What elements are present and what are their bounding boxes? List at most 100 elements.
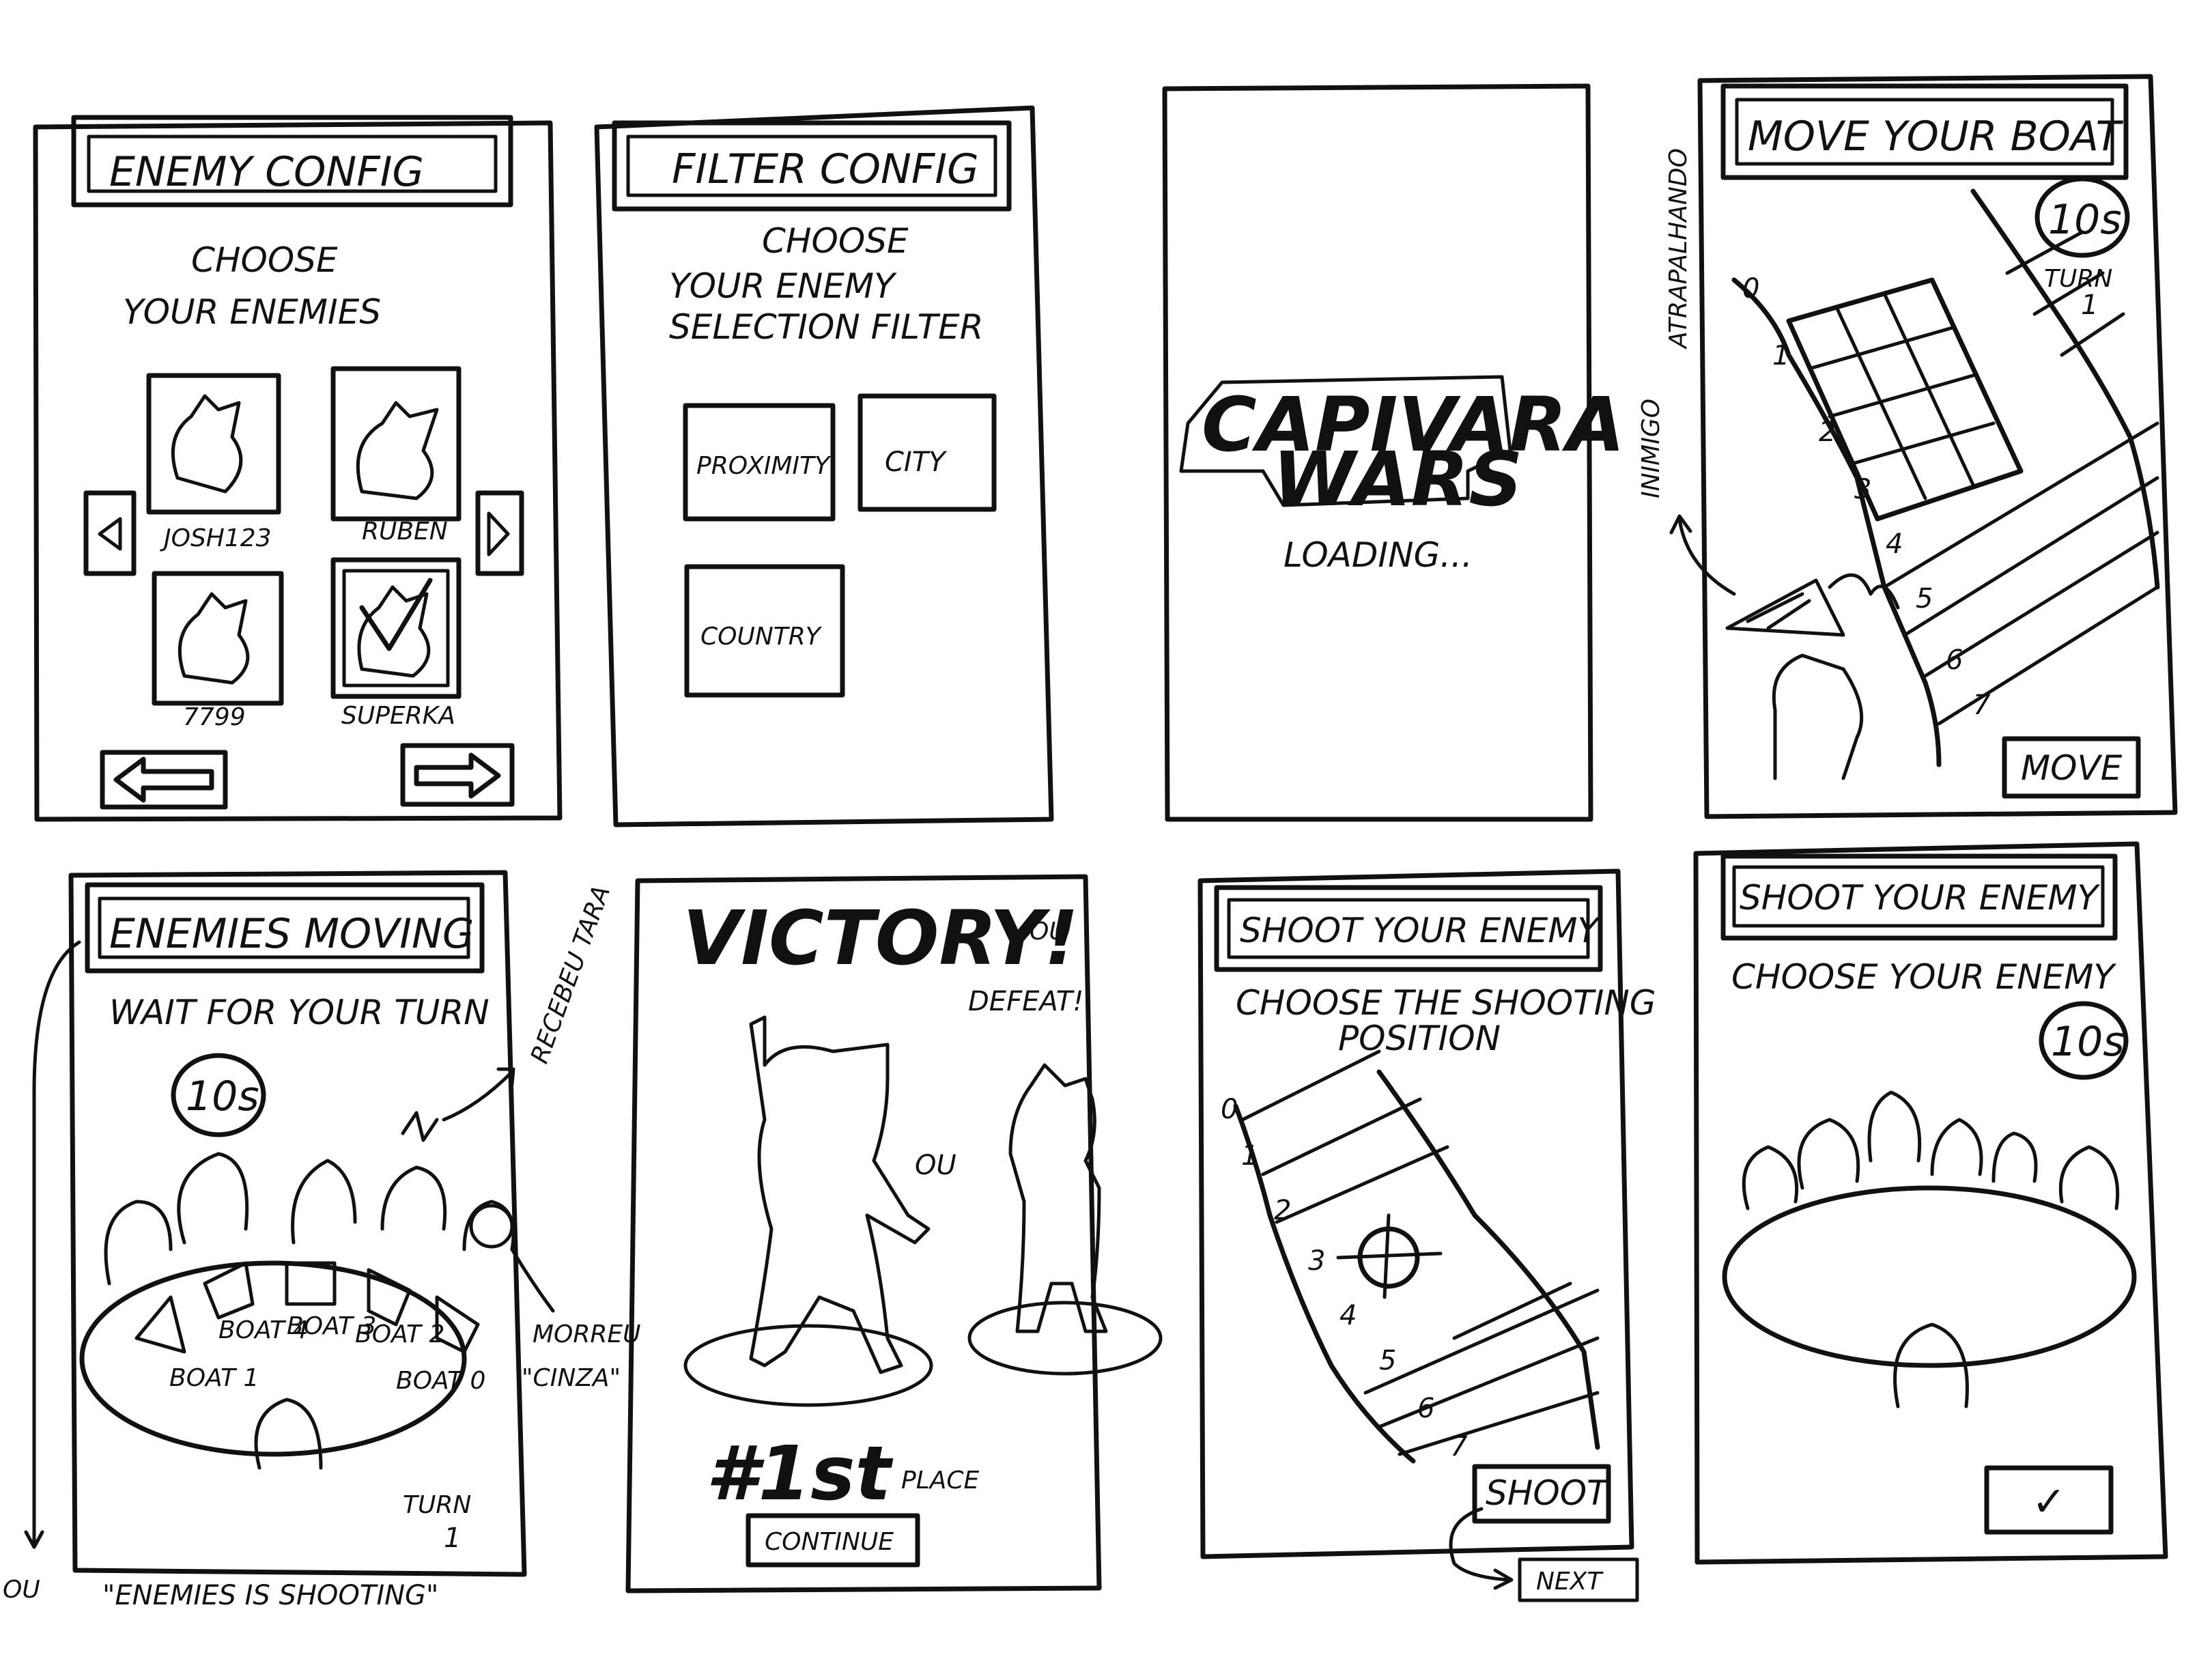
river-map: 0 1 2 3 4 5 6 7: [1731, 188, 2160, 767]
player-avatar[interactable]: [1742, 1145, 1799, 1210]
capybara-icon: [356, 401, 439, 500]
player-avatar[interactable]: [1991, 1131, 2038, 1183]
player-avatar[interactable]: [2058, 1145, 2120, 1210]
filter-option-proximity[interactable]: PROXIMITY: [683, 403, 836, 522]
capybara-icon: [171, 394, 243, 494]
side-note: "CINZA": [522, 1364, 621, 1392]
screen-victory: VICTORY! OU DEFEAT! OU #1st PLACE CONTIN…: [625, 874, 1163, 1594]
game-logo: CAPIVARA WARS: [1179, 375, 1625, 523]
annotation-arrow: [442, 1067, 515, 1122]
filter-option-city[interactable]: CITY: [857, 393, 997, 512]
arrow-left-icon: [113, 756, 214, 803]
wave-splash-icon: [1725, 578, 1845, 637]
river-bank-left: [1731, 277, 1942, 767]
screen-subtitle: WAIT FOR YOUR TURN: [109, 993, 490, 1032]
or-label: OU: [1030, 918, 1067, 946]
turn-label: TURN: [403, 1491, 471, 1519]
screen-move-boat: MOVE YOUR BOAT 10s TURN 1 0 1 2 3 4 5 6 …: [1637, 74, 2178, 819]
capybara-icon: [1772, 653, 1864, 780]
continue-button[interactable]: CONTINUE: [746, 1513, 920, 1568]
avatar-card[interactable]: [146, 373, 281, 515]
move-button[interactable]: MOVE: [2002, 736, 2141, 799]
player-avatar: [291, 1159, 357, 1245]
avatar-name: 7799: [183, 703, 246, 731]
lane-number: 1: [1241, 1140, 1258, 1172]
move-button-label: MOVE: [2021, 748, 2123, 788]
river-bank-right: [1376, 1069, 1600, 1450]
check-mark-icon: ✓: [2032, 1478, 2066, 1526]
screen-title: SHOOT YOUR ENEMY: [1240, 911, 1600, 950]
dead-player-avatar: [469, 1204, 514, 1249]
hit-spark-icon: [401, 1111, 439, 1142]
avatar-name: RUBEN: [362, 518, 448, 546]
boat-label: BOAT 2: [355, 1320, 444, 1348]
crosshair-target[interactable]: [1336, 1213, 1443, 1299]
phone-frame: [1693, 841, 2168, 1565]
storyboard-sketch: ENEMY CONFIG CHOOSE YOUR ENEMIES JOSH123…: [3, 74, 2178, 1611]
boat-label: BOAT 0: [396, 1367, 485, 1395]
side-note: ATRAPALHANDO: [1664, 148, 1692, 350]
avatar-card[interactable]: [330, 366, 462, 522]
prompt-line-1: CHOOSE THE SHOOTING: [1236, 983, 1656, 1023]
or-label: OU: [915, 1150, 956, 1181]
prompt-line-3: SELECTION FILTER: [669, 307, 983, 347]
arrow-right-icon: [414, 752, 501, 799]
avatar-card-selected[interactable]: [330, 557, 462, 699]
screen-enemy-config: ENEMY CONFIG CHOOSE YOUR ENEMIES JOSH123…: [33, 115, 563, 822]
filter-option-label: PROXIMITY: [696, 452, 832, 480]
avatar-card[interactable]: [152, 571, 284, 706]
logo-line-2: WARS: [1273, 436, 1522, 523]
forward-button[interactable]: [400, 743, 515, 807]
continue-button-label: CONTINUE: [765, 1528, 894, 1556]
boats-on-table: BOAT 1 BOAT 4 BOAT 3 BOAT 2 BOAT 0: [134, 1261, 485, 1395]
lane-number: 2: [1274, 1195, 1291, 1226]
prompt-line-2: YOUR ENEMY: [669, 266, 897, 306]
lane-number: 3: [1308, 1245, 1325, 1277]
player-avatar[interactable]: [1930, 1118, 1983, 1176]
capybara-icon: [749, 1015, 931, 1374]
prev-page-button[interactable]: [83, 490, 137, 576]
player-avatar: [177, 1152, 249, 1245]
timer-value: 10s: [2051, 1018, 2125, 1066]
enemy-players: [1742, 1090, 2120, 1210]
lane-number: 7: [1450, 1431, 1468, 1462]
boat-icon: [134, 1295, 186, 1354]
filter-option-country[interactable]: COUNTRY: [684, 564, 845, 698]
lane-number: 3: [1854, 474, 1871, 505]
shoot-button[interactable]: SHOOT: [1472, 1464, 1611, 1524]
boat-label: BOAT 1: [169, 1364, 259, 1392]
rank-label: #1st: [706, 1430, 894, 1517]
turn-number: 1: [2081, 289, 2098, 321]
next-page-button[interactable]: [475, 490, 524, 576]
turn-number: 1: [444, 1523, 461, 1554]
screen-loading: CAPIVARA WARS LOADING...: [1162, 83, 1625, 822]
screen-title: MOVE YOUR BOAT: [1748, 113, 2124, 160]
prompt-line-1: CHOOSE: [762, 221, 909, 261]
side-note: "ENEMIES IS SHOOTING": [102, 1580, 438, 1611]
side-note: OU: [3, 1576, 40, 1604]
countdown-timer: 10s: [171, 1053, 266, 1137]
shoot-button-label: SHOOT: [1486, 1473, 1610, 1513]
player-avatar[interactable]: [1867, 1090, 1922, 1163]
screen-enemies-moving: ENEMIES MOVING WAIT FOR YOUR TURN 10s BO…: [3, 870, 641, 1611]
boat-grid: [1786, 277, 2024, 522]
prompt-line-2: YOUR ENEMIES: [123, 292, 381, 332]
confirm-button[interactable]: ✓: [1984, 1465, 2114, 1535]
lane-number: 6: [1946, 645, 1963, 676]
screen-shoot-position: SHOOT YOUR ENEMY CHOOSE THE SHOOTING POS…: [1197, 868, 1656, 1602]
phone-frame: [1197, 868, 1634, 1559]
triangle-right-icon: [487, 511, 510, 556]
back-button[interactable]: [100, 750, 228, 810]
lane-lines: [1882, 230, 2159, 726]
lane-number: 2: [1819, 416, 1836, 448]
lane-number: 5: [1379, 1345, 1396, 1376]
player-avatar[interactable]: [1797, 1118, 1860, 1190]
screen-shoot-enemy: SHOOT YOUR ENEMY CHOOSE YOUR ENEMY 10s ✓: [1693, 841, 2168, 1565]
player-avatar: [380, 1165, 447, 1231]
side-note: INIMIGO: [1637, 399, 1665, 498]
prompt-line-1: CHOOSE: [191, 240, 338, 280]
river-map: 0 1 2 3 4 5 6 7: [1221, 1049, 1600, 1464]
screen-prompt: CHOOSE YOUR ENEMY: [1731, 957, 2116, 997]
player-avatar: [104, 1200, 173, 1286]
screen-title: ENEMIES MOVING: [109, 910, 474, 958]
